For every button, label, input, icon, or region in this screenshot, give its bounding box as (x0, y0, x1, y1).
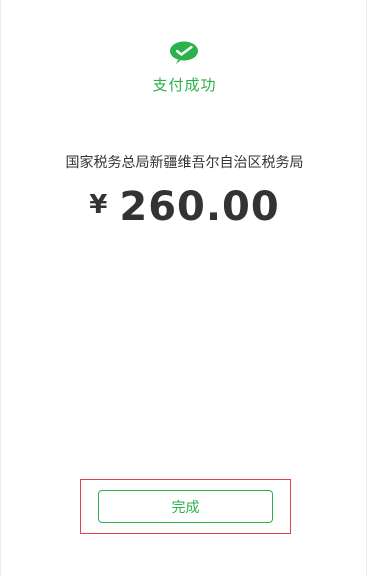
wechat-pay-check-icon (170, 41, 198, 64)
currency-symbol: ¥ (89, 190, 108, 220)
done-button[interactable]: 完成 (98, 490, 273, 523)
amount-display: ¥ 260.00 (1, 183, 367, 231)
payment-status-text: 支付成功 (152, 76, 217, 94)
payment-amount: 260.00 (119, 184, 280, 230)
payment-success-page: 支付成功 国家税务总局新疆维吾尔自治区税务局 ¥ 260.00 完成 (0, 0, 367, 576)
payee-name: 国家税务总局新疆维吾尔自治区税务局 (65, 155, 304, 171)
